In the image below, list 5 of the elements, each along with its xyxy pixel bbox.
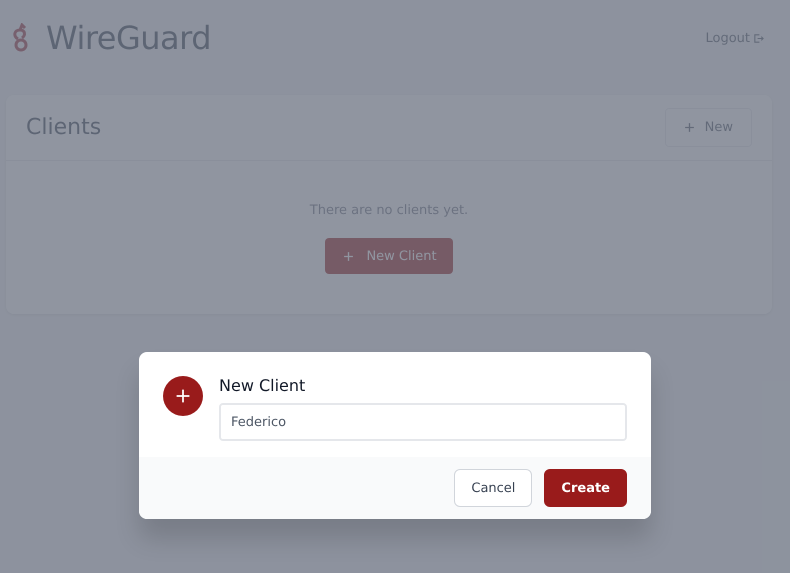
add-badge-icon [163,376,203,416]
name-input[interactable]: Federico [219,403,627,441]
cancel-button[interactable]: Cancel [454,469,532,507]
create-button[interactable]: Create [544,469,627,507]
dialog-title: New Client [219,376,306,395]
